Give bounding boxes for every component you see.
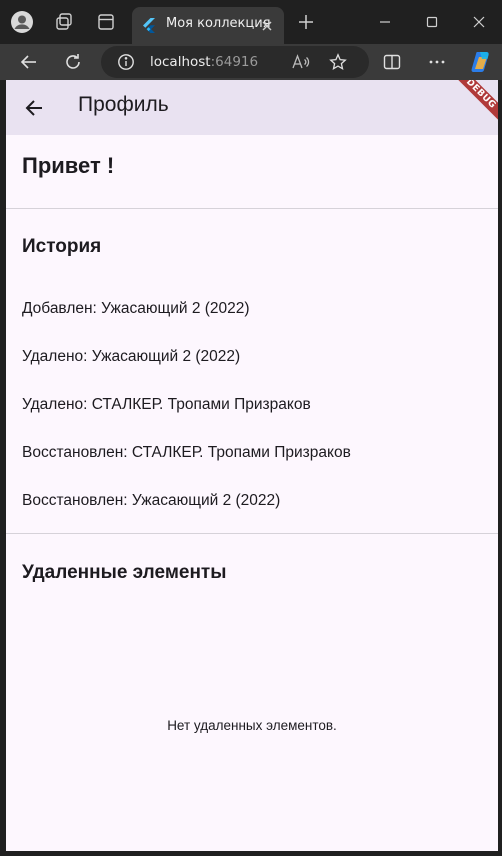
history-item: Восстановлен: Ужасающий 2 (2022) bbox=[22, 492, 281, 509]
profile-avatar-icon[interactable] bbox=[10, 10, 34, 34]
favorite-star-icon[interactable] bbox=[329, 53, 347, 71]
close-window-icon[interactable] bbox=[467, 10, 491, 34]
app-bar: Профиль bbox=[6, 80, 498, 135]
split-screen-icon[interactable] bbox=[381, 51, 403, 73]
greeting-heading: Привет ! bbox=[22, 153, 115, 178]
deleted-items-title: Удаленные элементы bbox=[22, 562, 227, 583]
read-aloud-icon[interactable] bbox=[291, 53, 311, 71]
page-title: Профиль bbox=[78, 93, 169, 116]
history-item: Добавлен: Ужасающий 2 (2022) bbox=[22, 300, 250, 317]
address-bar[interactable]: localhost:64916 bbox=[101, 46, 369, 78]
close-tab-icon[interactable] bbox=[260, 18, 274, 32]
active-tab[interactable]: Моя коллекция bbox=[132, 7, 284, 44]
divider bbox=[6, 533, 498, 534]
site-info-icon[interactable] bbox=[117, 53, 135, 71]
more-options-icon[interactable] bbox=[426, 51, 448, 73]
browser-tab-bar: Моя коллекция bbox=[0, 0, 502, 44]
history-title: История bbox=[22, 236, 102, 257]
url-port: :64916 bbox=[210, 54, 259, 70]
flutter-logo-icon bbox=[141, 17, 157, 33]
app-viewport: Профиль DEBUG Привет ! История Добавлен:… bbox=[6, 80, 498, 851]
workspaces-icon[interactable] bbox=[52, 10, 76, 34]
history-item: Удалено: Ужасающий 2 (2022) bbox=[22, 348, 241, 365]
back-arrow-icon[interactable] bbox=[18, 51, 40, 73]
minimize-icon[interactable] bbox=[373, 10, 397, 34]
divider bbox=[6, 208, 498, 209]
maximize-icon[interactable] bbox=[420, 10, 444, 34]
copilot-icon[interactable] bbox=[468, 49, 494, 75]
new-tab-icon[interactable] bbox=[294, 10, 318, 34]
tab-actions-icon[interactable] bbox=[94, 10, 118, 34]
tab-title: Моя коллекция bbox=[166, 16, 271, 31]
url-host: localhost bbox=[150, 54, 211, 70]
history-item: Удалено: СТАЛКЕР. Тропами Призраков bbox=[22, 396, 311, 413]
refresh-icon[interactable] bbox=[62, 51, 84, 73]
back-button[interactable] bbox=[20, 94, 48, 122]
empty-deleted-message: Нет удаленных элементов. bbox=[167, 718, 337, 733]
browser-toolbar: localhost:64916 bbox=[0, 44, 502, 80]
url-text: localhost:64916 bbox=[150, 54, 258, 70]
history-item: Восстановлен: СТАЛКЕР. Тропами Призраков bbox=[22, 444, 351, 461]
